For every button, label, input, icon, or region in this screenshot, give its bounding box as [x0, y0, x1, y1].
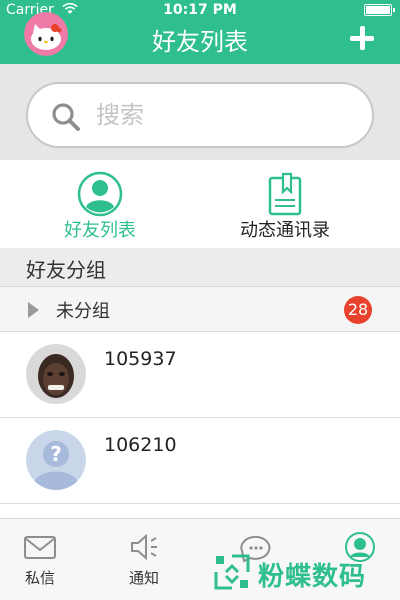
watermark-text: 粉蝶数码 [258, 562, 367, 592]
search-input[interactable] [96, 94, 346, 136]
status-time: 10:17 PM [163, 2, 237, 18]
battery-icon [364, 4, 395, 16]
speaker-icon [124, 531, 164, 563]
watermark: 粉蝶数码 [212, 552, 392, 596]
friend-name: 106210 [104, 434, 177, 456]
tabbar-label: 通知 [128, 569, 159, 587]
svg-text:?: ? [50, 442, 62, 466]
tab-friend-list-label: 好友列表 [64, 220, 136, 241]
tabbar-item-notifications[interactable]: 通知 [104, 519, 184, 600]
search-bar[interactable] [26, 82, 374, 148]
expand-arrow-icon [28, 302, 39, 318]
tabbar-item-messages[interactable]: 私信 [0, 519, 80, 600]
group-row-ungrouped[interactable]: 未分组 28 [0, 286, 400, 332]
avatar [26, 344, 86, 404]
friend-row[interactable]: ? 106210 [0, 418, 400, 504]
search-area [0, 64, 400, 160]
clipboard-icon [261, 170, 309, 218]
app-header: Carrier 10:17 PM 好友列表 [0, 0, 400, 64]
group-section-title: 好友分组 [26, 258, 106, 282]
page-title: 好友列表 [152, 28, 248, 56]
tab-dynamic-contacts-label: 动态通讯录 [240, 220, 330, 241]
group-section-header: 好友分组 [0, 248, 400, 286]
group-name: 未分组 [56, 301, 110, 322]
add-friend-button[interactable] [348, 24, 376, 52]
tab-friend-list[interactable]: 好友列表 [0, 160, 200, 248]
tabbar-label: 私信 [24, 569, 55, 587]
tab-dynamic-contacts[interactable]: 动态通讯录 [185, 160, 385, 248]
count-badge: 28 [344, 296, 372, 324]
watermark-logo-icon [214, 554, 250, 590]
search-icon [50, 101, 82, 133]
friend-row[interactable]: 105937 [0, 332, 400, 418]
avatar: ? [26, 430, 86, 490]
mail-icon [20, 531, 60, 563]
list-tabs: 好友列表 动态通讯录 [0, 160, 400, 248]
friend-name: 105937 [104, 348, 177, 370]
person-icon [76, 170, 124, 218]
